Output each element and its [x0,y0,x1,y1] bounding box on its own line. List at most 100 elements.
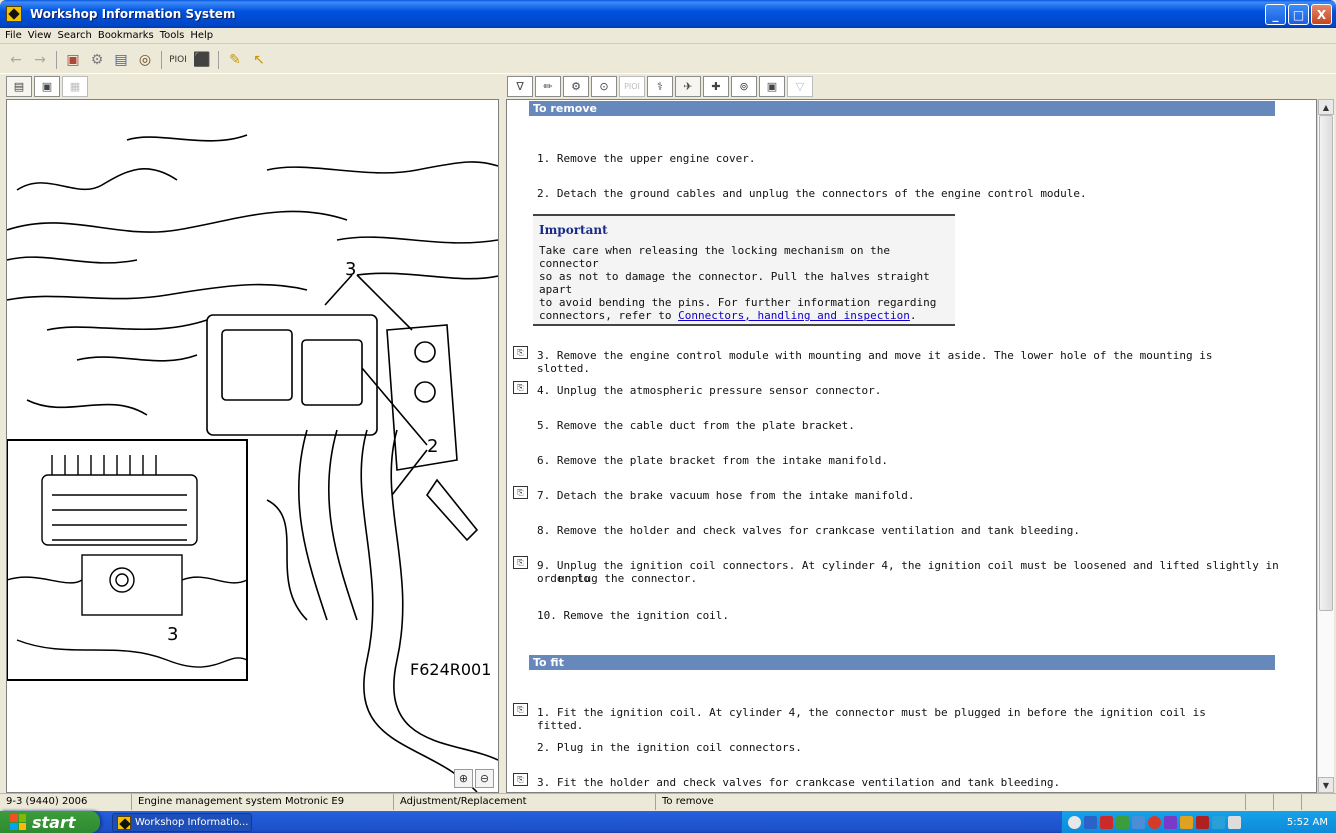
remove-step-6: 6. Remove the plate bracket from the int… [537,454,888,467]
close-button[interactable]: X [1311,4,1332,25]
hose-line [7,256,138,264]
tool-icon[interactable]: ⎘ [513,703,528,716]
menu-bar: File View Search Bookmarks Tools Help [0,28,1336,44]
tab-repair[interactable]: ✈ [675,76,701,97]
tab-graphics[interactable]: ▦ [62,76,88,97]
title-bar[interactable]: Workshop Information System _ □ X [0,0,1336,28]
inset-frame [7,439,248,681]
car-icon[interactable]: ▣ [63,50,83,70]
print-icon[interactable]: ⬛ [192,50,212,70]
menu-view[interactable]: View [27,30,57,41]
figure-callout: 3 [167,624,178,645]
forward-button[interactable]: → [30,50,50,70]
tab-hints[interactable]: ⊚ [731,76,757,97]
hose-line [46,319,208,331]
fit-step-1: 1. Fit the ignition coil. At cylinder 4,… [537,706,1206,732]
remove-step-5: 5. Remove the cable duct from the plate … [537,419,855,432]
bracket-line [386,324,458,471]
taskbar-app-button[interactable]: Workshop Informatio... [112,813,252,832]
status-system: Engine management system Motronic E9 [132,794,394,810]
binoculars-icon[interactable]: ◎ [135,50,155,70]
menu-help[interactable]: Help [189,30,218,41]
pioi-button[interactable]: PIOI [168,50,188,70]
start-label: start [32,812,76,832]
back-arrow-icon[interactable] [1068,815,1081,829]
tab-location[interactable]: ✚ [703,76,729,97]
illustration-pane: 3 2 3 F624R001 [6,99,499,793]
window-controls: _ □ X [1265,4,1332,25]
maximize-button[interactable]: □ [1288,4,1309,25]
status-bar: 9-3 (9440) 2006 Engine management system… [0,793,1336,810]
blocked-icon[interactable] [1148,815,1161,829]
hose-line [16,168,178,191]
callout-leader [356,274,413,331]
menu-search[interactable]: Search [56,30,96,41]
clock: 5:52 AM [1286,816,1328,828]
hose-line [356,272,498,280]
vertical-scrollbar[interactable]: ▲ ▼ [1317,99,1334,793]
book-icon[interactable]: ▤ [111,50,131,70]
tool-icon[interactable]: ⎘ [513,773,528,786]
hose-line [266,161,498,174]
tab-pioi[interactable]: PIOI [619,76,645,97]
bolt [414,381,436,403]
security-icon[interactable] [1116,815,1129,829]
hose-line [297,429,328,621]
hose-line [360,429,478,792]
scroll-down-button[interactable]: ▼ [1318,777,1334,793]
hose-line [390,429,498,761]
back-button[interactable]: ← [6,50,26,70]
app-window: Workshop Information System _ □ X File V… [0,0,1336,833]
audio-icon[interactable] [1196,815,1209,829]
scroll-up-button[interactable]: ▲ [1318,99,1334,115]
tab-toc[interactable]: ▤ [6,76,32,97]
menu-tools[interactable]: Tools [159,30,190,41]
tab-bulletin[interactable]: ▣ [759,76,785,97]
important-line: so as not to damage the connector. Pull … [539,270,930,296]
user-icon[interactable] [1164,815,1177,829]
start-button[interactable]: start [0,811,100,833]
remove-step-2: 2. Detach the ground cables and unplug t… [537,187,1087,200]
tool-icon[interactable]: ⎘ [513,486,528,499]
status-extra [1274,794,1302,810]
minimize-button[interactable]: _ [1265,4,1286,25]
scroll-thumb[interactable] [1319,115,1333,611]
pencil-icon[interactable]: ✎ [225,50,245,70]
connectors-link[interactable]: Connectors, handling and inspection [678,309,910,322]
toolbar-separator [56,50,57,69]
hose-line [336,236,498,244]
network-icon[interactable] [1084,815,1097,829]
tool-icon[interactable]: ⎘ [513,556,528,569]
shield-icon[interactable] [1100,815,1113,829]
tool-icon[interactable]: ⎘ [513,381,528,394]
zoom-controls: ⊕ ⊖ [454,769,494,788]
tool-icon[interactable]: ⚙ [87,50,107,70]
tab-extra[interactable]: ▽ [787,76,813,97]
tool-icon[interactable]: ⎘ [513,346,528,359]
zoom-out-button[interactable]: ⊖ [475,769,494,788]
windows-flag-icon [10,814,26,830]
section-header-fit: To fit [529,655,1275,670]
connector-outline [301,339,363,406]
status-extra [1302,794,1336,810]
app-logo-icon [6,6,22,22]
tab-wrench[interactable]: ✏ [535,76,561,97]
tab-filter[interactable]: ∇ [507,76,533,97]
left-tab-row: ▤ ▣ ▦ [6,76,88,98]
tab-diagnostics[interactable]: ⊙ [591,76,617,97]
toolbar: ← → ▣ ⚙ ▤ ◎ PIOI ⬛ ✎ ↖ [0,46,1336,74]
window-icon[interactable] [1228,815,1241,829]
important-line-suffix: . [909,309,917,322]
cursor-icon[interactable]: ↖ [249,50,269,70]
important-line: connectors, refer to Connectors, handlin… [539,309,949,322]
tab-text[interactable]: ▣ [34,76,60,97]
antivirus-icon[interactable] [1180,815,1193,829]
zoom-in-button[interactable]: ⊕ [454,769,473,788]
hose-line [76,354,198,362]
display-icon[interactable] [1212,815,1225,829]
menu-file[interactable]: File [4,30,27,41]
monitor-icon[interactable] [1132,815,1145,829]
tab-tools[interactable]: ⚕ [647,76,673,97]
tab-gear[interactable]: ⚙ [563,76,589,97]
menu-bookmarks[interactable]: Bookmarks [97,30,159,41]
